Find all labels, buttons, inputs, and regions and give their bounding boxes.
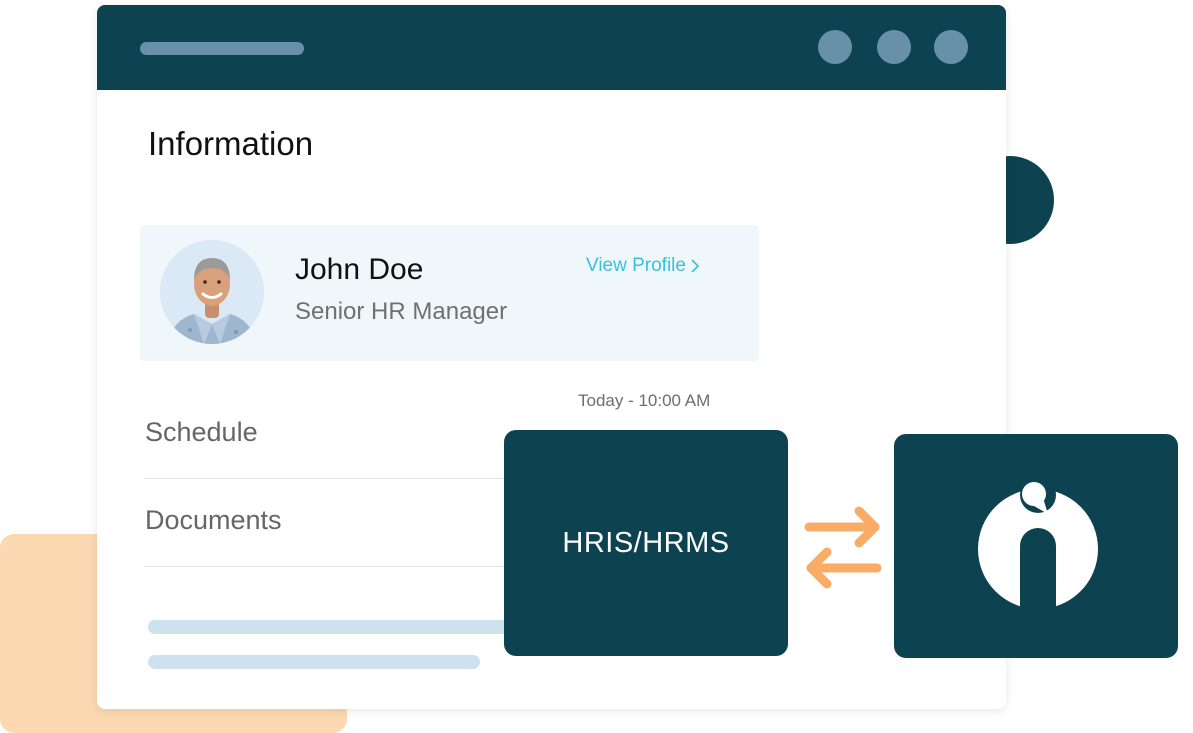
brand-logo-icon — [978, 477, 1098, 614]
sync-arrows-icon — [804, 506, 882, 589]
divider — [145, 566, 545, 567]
titlebar-placeholder-bar — [140, 42, 304, 55]
schedule-timestamp: Today - 10:00 AM — [578, 391, 711, 410]
schedule-row[interactable]: Schedule — [145, 417, 545, 448]
hris-card: HRIS/HRMS — [504, 430, 788, 656]
divider — [145, 478, 545, 479]
view-profile-link[interactable]: View Profile — [586, 255, 700, 277]
window-dot-3[interactable] — [934, 30, 968, 64]
hris-label: HRIS/HRMS — [562, 526, 730, 559]
profile-card: John Doe Senior HR Manager View Profile — [140, 225, 759, 361]
view-profile-label: View Profile — [586, 255, 686, 276]
chevron-right-icon — [691, 259, 700, 273]
page-title: Information — [148, 125, 314, 162]
person-portrait-icon — [160, 240, 264, 344]
window-dot-1[interactable] — [818, 30, 852, 64]
skeleton-line — [148, 620, 518, 634]
profile-role: Senior HR Manager — [295, 298, 508, 325]
integration-illustration: Information John Doe Senior HR Manager V… — [0, 0, 1193, 733]
avatar — [160, 240, 264, 344]
profile-name: John Doe — [295, 253, 424, 286]
window-dot-2[interactable] — [877, 30, 911, 64]
brand-card — [894, 434, 1178, 658]
documents-row[interactable]: Documents — [145, 505, 545, 536]
skeleton-line — [148, 655, 480, 669]
window-titlebar — [97, 5, 1006, 90]
